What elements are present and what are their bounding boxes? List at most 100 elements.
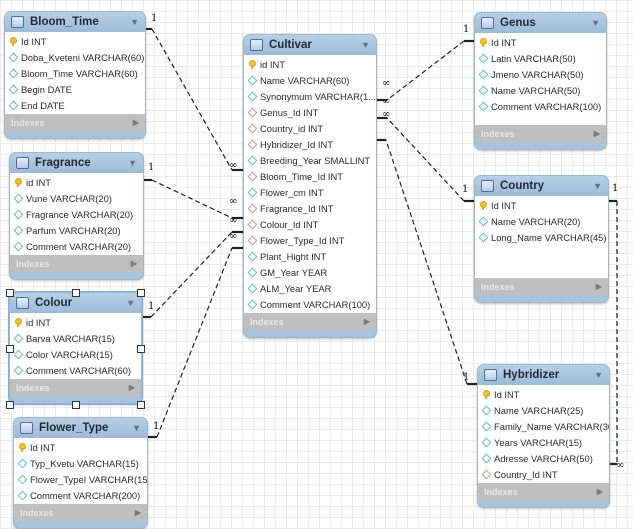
table-header[interactable]: Hybridizer ▼ [478,365,609,385]
column-row[interactable]: Id INT [475,34,606,50]
column-row[interactable]: GM_Year YEAR [244,264,376,280]
table-bloom-time[interactable]: Bloom_Time ▼ Id INT Doba_Kveteni VARCHAR(60… [4,11,146,139]
indexes-section[interactable]: Indexes ▶ [475,278,608,295]
column-row[interactable]: End DATE [5,97,145,113]
table-header[interactable]: Bloom_Time ▼ [5,12,145,32]
table-country[interactable]: Country ▼ Id INT Name VARCHAR(20) Long_Name … [474,175,609,303]
column-row[interactable]: Fragrance VARCHAR(20) [10,206,143,222]
resize-handle[interactable] [137,345,145,353]
expand-indexes-icon[interactable]: ▶ [129,383,135,392]
column-row[interactable]: Id INT [475,197,608,213]
column-row[interactable]: Name VARCHAR(50) [475,82,606,98]
table-fragrance[interactable]: Fragrance ▼ id INT Vune VARCHAR(20) Fragranc… [9,152,144,280]
column-row[interactable]: Flower_Type_Id INT [244,232,376,248]
column-row[interactable]: Family_Name VARCHAR(30) [478,418,609,434]
table-header[interactable]: Cultivar ▼ [244,35,376,55]
column-row[interactable]: Id INT [478,386,609,402]
column-row[interactable]: Long_Name VARCHAR(45) [475,229,608,245]
column-row[interactable]: Years VARCHAR(15) [478,434,609,450]
resize-handle[interactable] [6,345,14,353]
column-row[interactable]: Id INT [14,439,147,455]
indexes-section[interactable]: Indexes ▶ [475,125,606,142]
expand-indexes-icon[interactable]: ▶ [364,317,370,326]
resize-handle[interactable] [6,401,14,409]
column-row[interactable]: Plant_Hight INT [244,248,376,264]
indexes-section[interactable]: Indexes ▶ [244,313,376,330]
table-header[interactable]: Country ▼ [475,176,608,196]
column-row[interactable]: Bloom_Time VARCHAR(60) [5,65,145,81]
expand-indexes-icon[interactable]: ▶ [131,259,137,268]
column-row[interactable]: Comment VARCHAR(20) [10,238,143,254]
expand-indexes-icon[interactable]: ▶ [133,118,139,127]
collapse-triangle-icon[interactable]: ▼ [594,370,603,380]
collapse-triangle-icon[interactable]: ▼ [591,18,600,28]
column-row[interactable]: Colour_Id INT [244,216,376,232]
column-row[interactable]: Parfum VARCHAR(20) [10,222,143,238]
indexes-label: Indexes [481,281,515,292]
column-row[interactable]: ALM_Year YEAR [244,280,376,296]
column-label: Typ_Kvetu VARCHAR(15) [30,457,139,469]
column-row[interactable]: Jmeno VARCHAR(50) [475,66,606,82]
collapse-triangle-icon[interactable]: ▼ [593,181,602,191]
column-row[interactable]: Vune VARCHAR(20) [10,190,143,206]
column-row[interactable]: Country_id INT [244,120,376,136]
column-row[interactable]: Name VARCHAR(25) [478,402,609,418]
column-row[interactable]: Typ_Kvetu VARCHAR(15) [14,455,147,471]
column-row[interactable]: Flower_cm INT [244,184,376,200]
primary-key-icon [18,443,26,452]
column-row[interactable]: Flower_TypeI VARCHAR(15) [14,471,147,487]
er-diagram-canvas[interactable]: Bloom_Time ▼ Id INT Doba_Kveteni VARCHAR(60… [0,0,633,529]
table-header[interactable]: Fragrance ▼ [10,153,143,173]
expand-indexes-icon[interactable]: ▶ [597,487,603,496]
column-row[interactable]: Country_Id INT [478,466,609,482]
indexes-section[interactable]: Indexes ▶ [478,483,609,500]
column-row[interactable]: Comment VARCHAR(60) [10,362,141,378]
column-row[interactable]: Bloom_Time_Id INT [244,168,376,184]
column-row[interactable]: Breeding_Year SMALLINT [244,152,376,168]
column-row[interactable]: Id INT [5,33,145,49]
collapse-triangle-icon[interactable]: ▼ [361,40,370,50]
indexes-section[interactable]: Indexes ▶ [10,255,143,272]
column-row[interactable]: Genus_Id INT [244,104,376,120]
column-row[interactable]: Color VARCHAR(15) [10,346,141,362]
expand-indexes-icon[interactable]: ▶ [594,129,600,138]
column-row[interactable]: Comment VARCHAR(100) [475,98,606,114]
table-header[interactable]: Flower_Type ▼ [14,418,147,438]
expand-indexes-icon[interactable]: ▶ [135,508,141,517]
resize-handle[interactable] [137,289,145,297]
table-flower-type[interactable]: Flower_Type ▼ Id INT Typ_Kvetu VARCHAR(15) F… [13,417,148,529]
column-row[interactable]: id INT [10,174,143,190]
indexes-section[interactable]: Indexes ▶ [14,504,147,521]
column-row[interactable]: id INT [10,314,141,330]
collapse-triangle-icon[interactable]: ▼ [130,17,139,27]
table-hybridizer[interactable]: Hybridizer ▼ Id INT Name VARCHAR(25) Family_… [477,364,610,508]
collapse-triangle-icon[interactable]: ▼ [126,298,135,308]
column-row[interactable]: Comment VARCHAR(100) [244,296,376,312]
indexes-section[interactable]: Indexes ▶ [5,114,145,131]
column-row[interactable]: Name VARCHAR(20) [475,213,608,229]
resize-handle[interactable] [137,401,145,409]
collapse-triangle-icon[interactable]: ▼ [132,423,141,433]
indexes-section[interactable]: Indexes ▶ [10,379,141,396]
column-row[interactable]: Adresse VARCHAR(50) [478,450,609,466]
column-row[interactable]: Name VARCHAR(60) [244,72,376,88]
resize-handle[interactable] [71,401,80,409]
column-row[interactable]: Begin DATE [5,81,145,97]
column-row[interactable]: Latin VARCHAR(50) [475,50,606,66]
resize-handle[interactable] [6,289,14,297]
table-header[interactable]: Genus ▼ [475,13,606,33]
table-colour[interactable]: Colour ▼ id INT Barva VARCHAR(15) Color VARC… [8,291,143,405]
expand-indexes-icon[interactable]: ▶ [596,282,602,291]
resize-handle[interactable] [71,289,80,297]
column-row[interactable]: Comment VARCHAR(200) [14,487,147,503]
column-row[interactable]: Hybridizer_Id INT [244,136,376,152]
collapse-triangle-icon[interactable]: ▼ [128,158,137,168]
table-name: Flower_Type [39,422,109,434]
column-row[interactable]: Doba_Kveteni VARCHAR(60) [5,49,145,65]
column-row[interactable]: Fragrance_Id INT [244,200,376,216]
column-row[interactable]: Barva VARCHAR(15) [10,330,141,346]
column-row[interactable]: id INT [244,56,376,72]
table-cultivar[interactable]: Cultivar ▼ id INT Name VARCHAR(60) Synonymum… [243,34,377,338]
table-genus[interactable]: Genus ▼ Id INT Latin VARCHAR(50) Jmeno VARCH… [474,12,607,150]
column-row[interactable]: Synonymum VARCHAR(1... [244,88,376,104]
